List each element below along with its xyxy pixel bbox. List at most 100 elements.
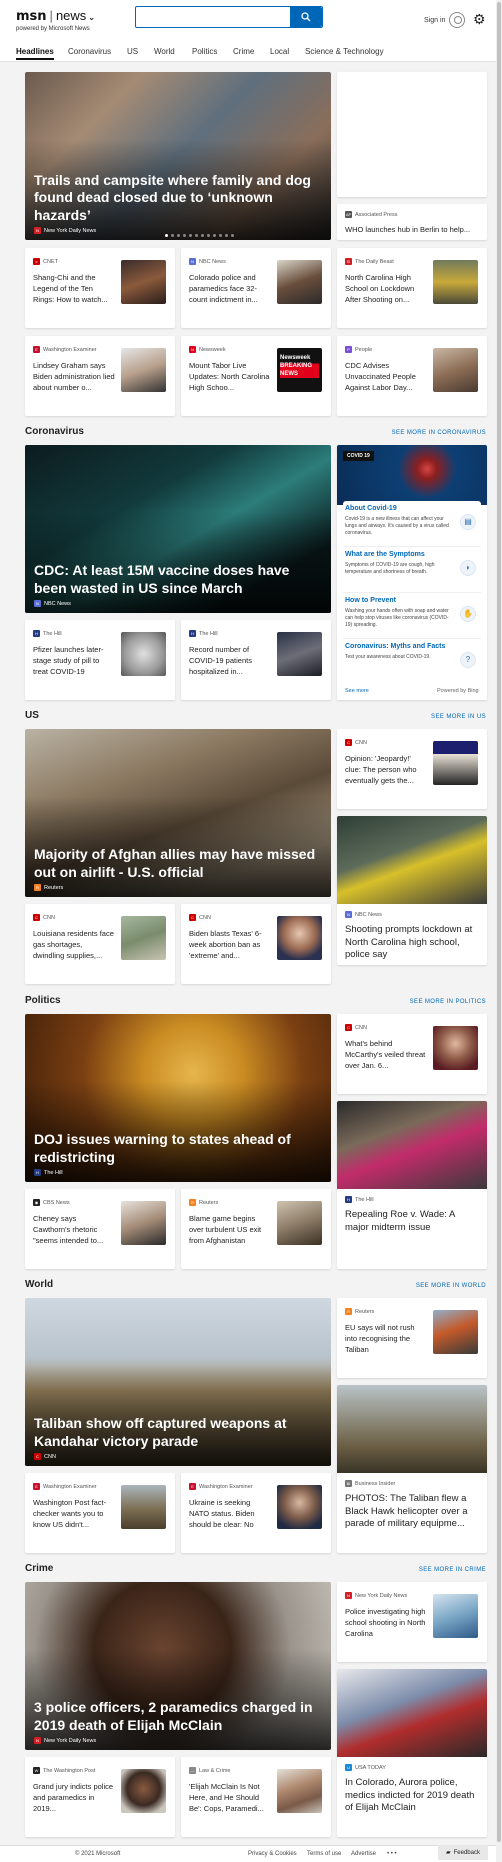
- image-news-card[interactable]: N NBC News Shooting prompts lockdown at N…: [337, 816, 487, 965]
- hero-title[interactable]: 3 police officers, 2 paramedics charged …: [34, 1699, 321, 1734]
- news-card[interactable]: E Washington Examiner Washington Post fac…: [25, 1473, 175, 1553]
- news-card[interactable]: C CNN Opinion: 'Jeopardy!' clue: The pers…: [337, 729, 487, 809]
- hero-card[interactable]: Taliban show off captured weapons at Kan…: [25, 1298, 331, 1466]
- image-news-card[interactable]: U USA TODAY In Colorado, Aurora police, m…: [337, 1669, 487, 1837]
- see-more-world-link[interactable]: SEE MORE IN WORLD: [416, 1283, 486, 1289]
- card-title[interactable]: Opinion: 'Jeopardy!' clue: The person wh…: [345, 753, 427, 797]
- news-card[interactable]: N Newsweek Mount Tabor Live Updates: Nort…: [181, 336, 331, 416]
- covid-item-prevent[interactable]: How to Prevent Washing your hands often …: [343, 593, 481, 639]
- news-card[interactable]: C CNN Louisiana residents face gas shorta…: [25, 904, 175, 984]
- card-title[interactable]: Repealing Roe v. Wade: A major midterm i…: [345, 1209, 479, 1234]
- card-title[interactable]: Pfizer launches later-stage study of pil…: [33, 644, 115, 688]
- sign-in-link[interactable]: Sign in: [424, 17, 445, 24]
- more-options-icon[interactable]: • • •: [387, 1851, 397, 1857]
- covid-see-more-link[interactable]: See more: [345, 688, 369, 694]
- image-news-card[interactable]: BI Business Insider PHOTOS: The Taliban f…: [337, 1385, 487, 1553]
- covid-item-about[interactable]: About Covid-19 Covid-19 is a new illness…: [343, 501, 481, 547]
- nav-crime[interactable]: Crime: [233, 47, 254, 56]
- covid-item-title[interactable]: About Covid-19: [345, 505, 397, 512]
- advertise-link[interactable]: Advertise: [351, 1851, 376, 1857]
- nav-coronavirus[interactable]: Coronavirus: [68, 47, 111, 56]
- news-card[interactable]: B The Daily Beast North Carolina High Sch…: [337, 248, 487, 328]
- hero-card[interactable]: 3 police officers, 2 paramedics charged …: [25, 1582, 331, 1750]
- see-more-politics-link[interactable]: SEE MORE IN POLITICS: [410, 999, 486, 1005]
- card-title[interactable]: Mount Tabor Live Updates: North Carolina…: [189, 360, 271, 404]
- nav-us[interactable]: US: [127, 47, 138, 56]
- nav-headlines[interactable]: Headlines: [16, 47, 54, 60]
- hero-card[interactable]: Majority of Afghan allies may have misse…: [25, 729, 331, 897]
- msn-news-logo[interactable]: msn | news ⌄: [16, 8, 95, 24]
- news-card[interactable]: N NBC News Colorado police and paramedics…: [181, 248, 331, 328]
- card-title[interactable]: CDC Advises Unvaccinated People Against …: [345, 360, 427, 404]
- hero-title[interactable]: Majority of Afghan allies may have misse…: [34, 846, 321, 881]
- card-title[interactable]: WHO launches hub in Berlin to help...: [345, 225, 470, 234]
- carousel-dots[interactable]: [165, 234, 234, 237]
- card-title[interactable]: PHOTOS: The Taliban flew a Black Hawk he…: [345, 1493, 479, 1531]
- card-title[interactable]: In Colorado, Aurora police, medics indic…: [345, 1777, 479, 1815]
- news-card[interactable]: E Washington Examiner Ukraine is seeking …: [181, 1473, 331, 1553]
- feedback-button[interactable]: ▰ Feedback: [438, 1845, 488, 1860]
- news-card[interactable]: R Reuters EU says will not rush into reco…: [337, 1298, 487, 1378]
- card-title[interactable]: Lindsey Graham says Biden administration…: [33, 360, 115, 404]
- card-title[interactable]: What's behind McCarthy's veiled threat o…: [345, 1038, 427, 1082]
- hero-card[interactable]: Trails and campsite where family and dog…: [25, 72, 331, 240]
- privacy-cookies-link[interactable]: Privacy & Cookies: [248, 1851, 297, 1857]
- hero-title[interactable]: Taliban show off captured weapons at Kan…: [34, 1415, 321, 1450]
- see-more-us-link[interactable]: SEE MORE IN US: [431, 714, 486, 720]
- covid-item-symptoms[interactable]: What are the Symptoms Symptoms of COVID-…: [343, 547, 481, 593]
- image-news-card[interactable]: H The Hill Repealing Roe v. Wade: A major…: [337, 1101, 487, 1269]
- news-card[interactable]: c CNET Shang-Chi and the Legend of the Te…: [25, 248, 175, 328]
- search-button[interactable]: [290, 7, 322, 27]
- scrollbar-thumb[interactable]: [497, 2, 501, 1842]
- card-title[interactable]: EU says will not rush into recognising t…: [345, 1322, 427, 1366]
- search-input[interactable]: [136, 7, 286, 27]
- gear-icon[interactable]: ⚙: [473, 11, 486, 27]
- card-title[interactable]: Blame game begins over turbulent US exit…: [189, 1213, 271, 1257]
- covid-item-title[interactable]: Coronavirus: Myths and Facts: [345, 643, 445, 650]
- lungs-icon: ▤: [460, 514, 476, 530]
- card-title[interactable]: 'Elijah McClain Is Not Here, and He Shou…: [189, 1781, 271, 1825]
- card-title[interactable]: Shang-Chi and the Legend of the Ten Ring…: [33, 272, 115, 316]
- news-card[interactable]: — Law & Crime 'Elijah McClain Is Not Here…: [181, 1757, 331, 1837]
- hero-card[interactable]: DOJ issues warning to states ahead of re…: [25, 1014, 331, 1182]
- side-text-card[interactable]: AP Associated Press WHO launches hub in B…: [337, 204, 487, 240]
- card-title[interactable]: Shooting prompts lockdown at North Carol…: [345, 924, 479, 962]
- see-more-coronavirus-link[interactable]: SEE MORE IN CORONAVIRUS: [392, 430, 486, 436]
- card-title[interactable]: Grand jury indicts police and paramedics…: [33, 1781, 115, 1825]
- news-card[interactable]: N New York Daily News Police investigatin…: [337, 1582, 487, 1662]
- news-card[interactable]: W The Washington Post Grand jury indicts …: [25, 1757, 175, 1837]
- nav-politics[interactable]: Politics: [192, 47, 217, 56]
- card-title[interactable]: Record number of COVID-19 patients hospi…: [189, 644, 271, 688]
- see-more-crime-link[interactable]: SEE MORE IN CRIME: [419, 1567, 486, 1573]
- news-card[interactable]: R Reuters Blame game begins over turbulen…: [181, 1189, 331, 1269]
- card-title[interactable]: Ukraine is seeking NATO status. Biden sh…: [189, 1497, 271, 1541]
- covid-item-myths[interactable]: Coronavirus: Myths and Facts Test your a…: [343, 639, 481, 685]
- news-card[interactable]: E Washington Examiner Lindsey Graham says…: [25, 336, 175, 416]
- page-scrollbar[interactable]: [496, 0, 502, 1862]
- hero-title[interactable]: Trails and campsite where family and dog…: [34, 172, 321, 224]
- covid-item-title[interactable]: What are the Symptoms: [345, 551, 425, 558]
- hero-title[interactable]: DOJ issues warning to states ahead of re…: [34, 1131, 321, 1166]
- nav-world[interactable]: World: [154, 47, 175, 56]
- card-title[interactable]: Cheney says Cawthorn's rhetoric "seems i…: [33, 1213, 115, 1257]
- hero-title[interactable]: CDC: At least 15M vaccine doses have bee…: [34, 562, 321, 597]
- covid-item-title[interactable]: How to Prevent: [345, 597, 396, 604]
- news-card[interactable]: C CNN Biden blasts Texas' 6-week abortion…: [181, 904, 331, 984]
- news-card[interactable]: ◉ CBS News Cheney says Cawthorn's rhetori…: [25, 1189, 175, 1269]
- chevron-down-icon[interactable]: ⌄: [88, 13, 95, 22]
- nav-local[interactable]: Local: [270, 47, 289, 56]
- hero-card[interactable]: CDC: At least 15M vaccine doses have bee…: [25, 445, 331, 613]
- nav-science-technology[interactable]: Science & Technology: [305, 47, 384, 56]
- avatar-icon[interactable]: [449, 12, 465, 28]
- news-card[interactable]: P People CDC Advises Unvaccinated People …: [337, 336, 487, 416]
- news-card[interactable]: H The Hill Pfizer launches later-stage st…: [25, 620, 175, 700]
- card-title[interactable]: North Carolina High School on Lockdown A…: [345, 272, 427, 316]
- terms-of-use-link[interactable]: Terms of use: [307, 1851, 341, 1857]
- news-card[interactable]: C CNN What's behind McCarthy's veiled thr…: [337, 1014, 487, 1094]
- news-card[interactable]: H The Hill Record number of COVID-19 pati…: [181, 620, 331, 700]
- card-title[interactable]: Louisiana residents face gas shortages, …: [33, 928, 115, 972]
- card-title[interactable]: Colorado police and paramedics face 32-c…: [189, 272, 271, 316]
- card-title[interactable]: Washington Post fact-checker wants you t…: [33, 1497, 115, 1541]
- card-title[interactable]: Biden blasts Texas' 6-week abortion ban …: [189, 928, 271, 972]
- card-title[interactable]: Police investigating high school shootin…: [345, 1606, 427, 1650]
